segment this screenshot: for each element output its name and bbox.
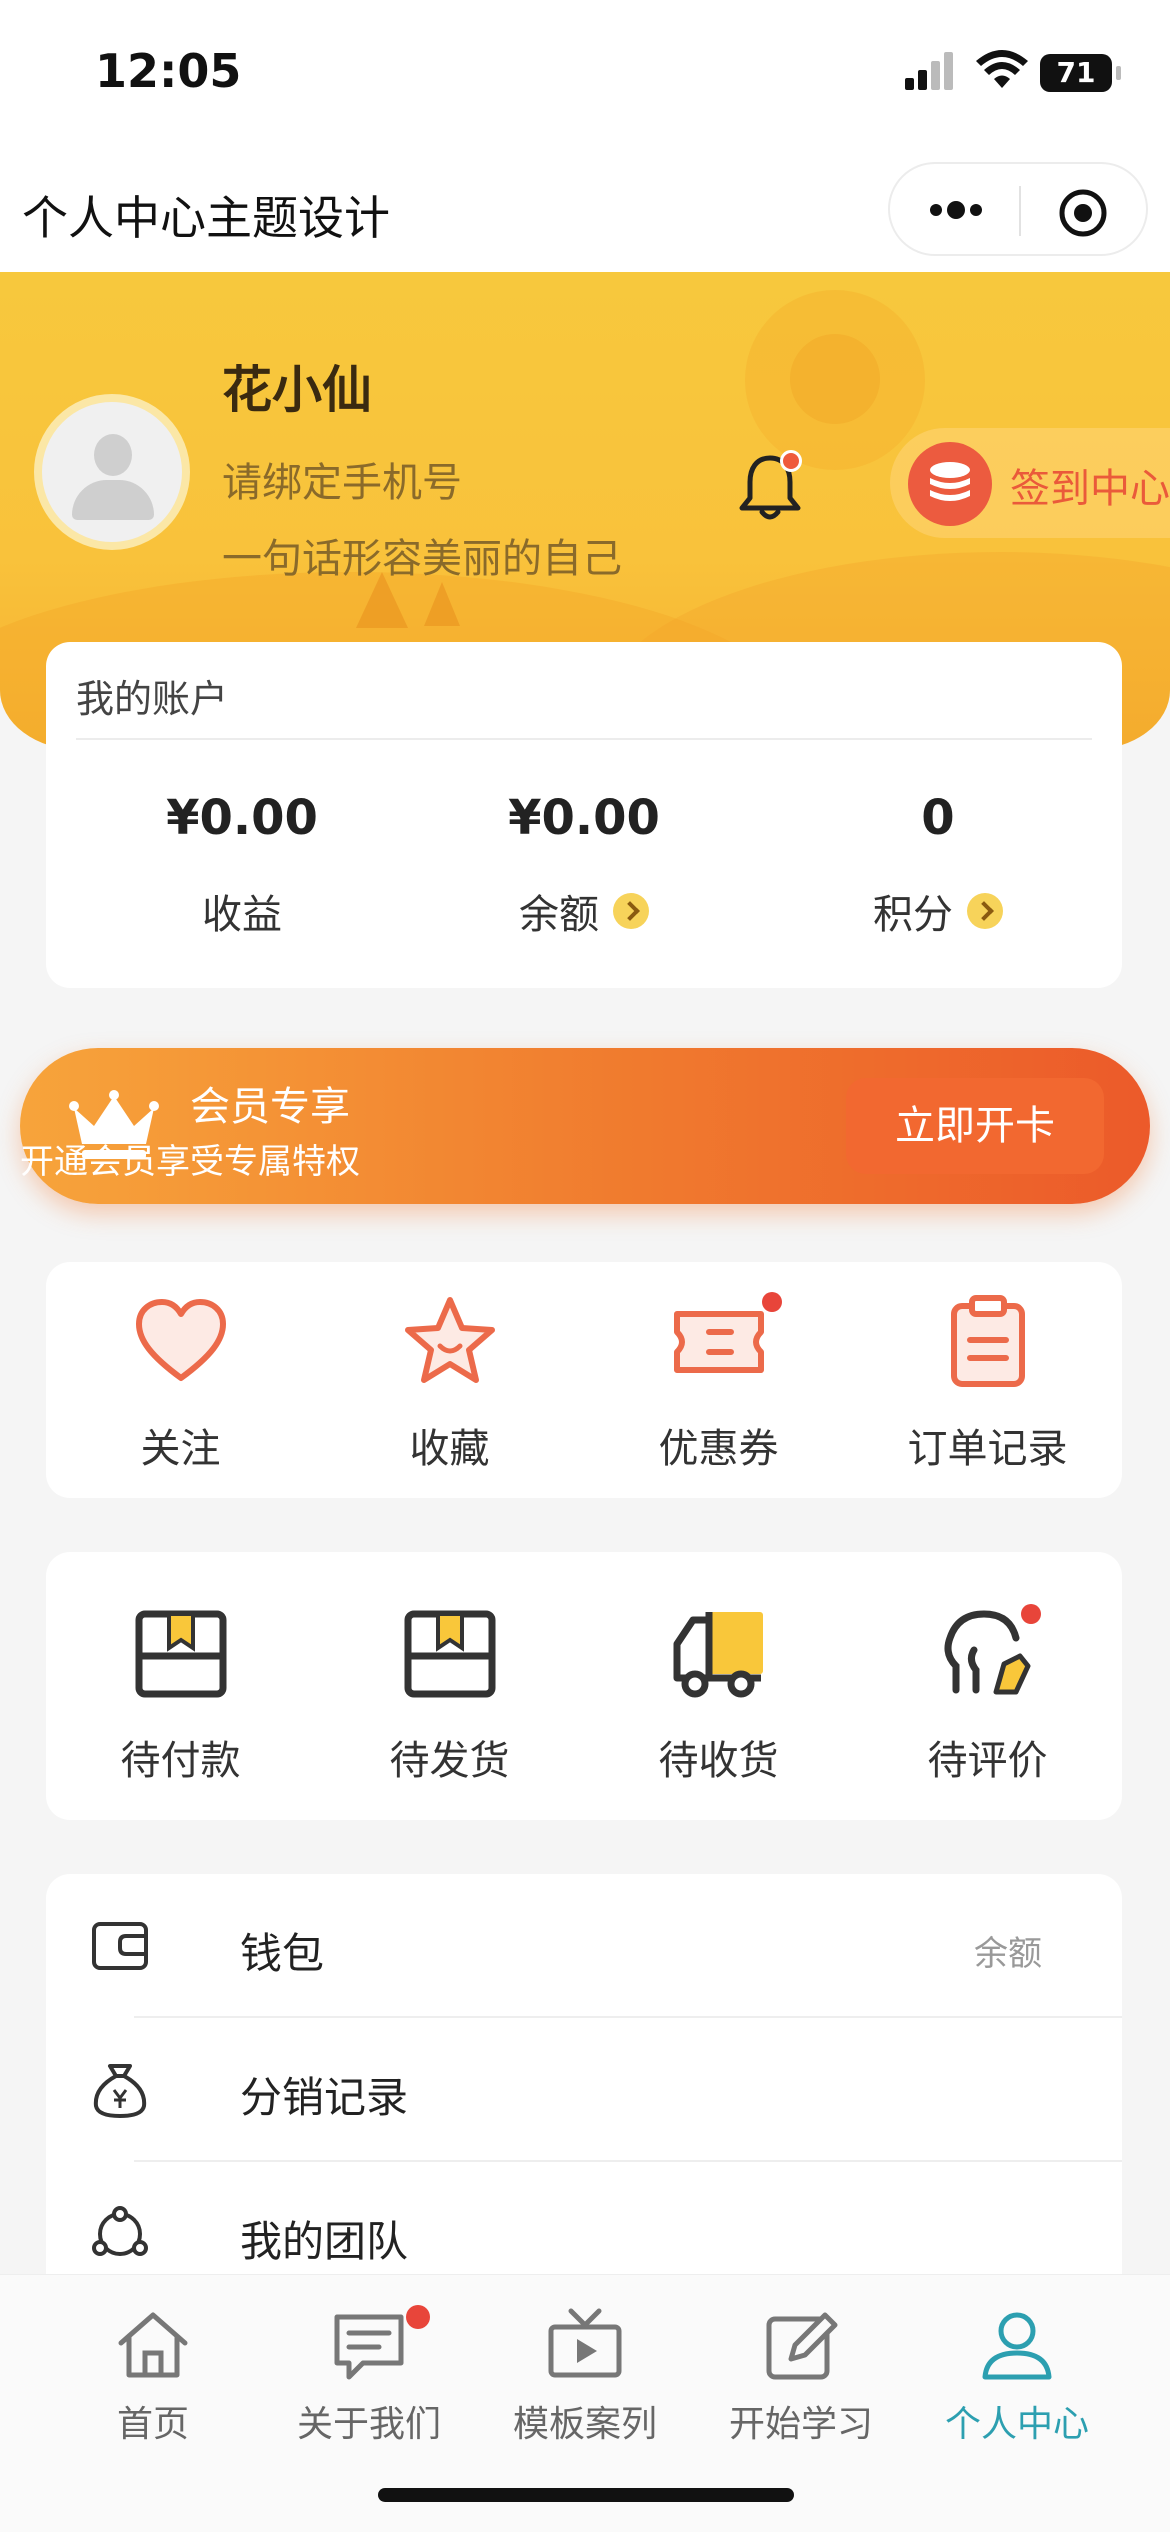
wifi-icon [976, 50, 1028, 88]
balance-value: ¥0.00 [508, 790, 660, 846]
tab-profile-label: 个人中心 [944, 2404, 1089, 2445]
distribution-label: 分销记录 [240, 2073, 409, 2122]
tab-learning-label: 开始学习 [728, 2404, 873, 2445]
tab-home-label: 首页 [116, 2404, 189, 2445]
balance-label: 余额 [519, 892, 599, 938]
favorites-button[interactable]: 收藏 [315, 1292, 584, 1474]
bind-phone-link[interactable]: 请绑定手机号 [222, 450, 462, 508]
page-title: 个人中心主题设计 [22, 191, 390, 245]
header-decoration [790, 334, 880, 424]
avatar-head [94, 434, 132, 476]
pending-receipt-button[interactable]: 待收货 [584, 1604, 853, 1786]
pending-shipment-label: 待发货 [389, 1738, 510, 1784]
pending-review-button[interactable]: 待评价 [853, 1604, 1122, 1786]
points-label: 积分 [873, 892, 953, 938]
box-icon [135, 1610, 226, 1698]
vip-subtitle: 开通会员享受专属特权 [20, 1142, 360, 1182]
battery-indicator: 71 [1040, 54, 1121, 92]
order-records-label: 订单记录 [907, 1426, 1068, 1472]
user-name: 花小仙 [222, 361, 372, 419]
home-icon [118, 2312, 188, 2378]
wallet-label: 钱包 [240, 1929, 325, 1978]
box-icon [404, 1610, 495, 1698]
capsule-divider [1019, 186, 1021, 236]
menu-item-wallet[interactable]: 钱包 余额 [90, 1874, 1122, 2018]
tab-templates-label: 模板案列 [512, 2404, 657, 2445]
pending-payment-button[interactable]: 待付款 [46, 1604, 315, 1786]
avatar[interactable] [34, 394, 190, 550]
pending-review-label: 待评价 [927, 1738, 1048, 1784]
tab-home[interactable]: 首页 [36, 2305, 270, 2447]
wallet-extra: 余额 [974, 1934, 1042, 1974]
tab-learning[interactable]: 开始学习 [684, 2305, 918, 2447]
account-earnings[interactable]: ¥0.00 收益 [82, 790, 402, 940]
coupon-icon [673, 1311, 764, 1373]
tree-decoration [424, 582, 460, 626]
review-badge-dot [1021, 1604, 1041, 1624]
heart-icon [135, 1299, 226, 1381]
account-points[interactable]: 0 积分 [778, 790, 1098, 940]
account-balance[interactable]: ¥0.00 余额 [424, 790, 744, 940]
team-icon [92, 2206, 148, 2256]
pending-payment-label: 待付款 [120, 1738, 241, 1784]
truck-icon [673, 1612, 763, 1698]
divider [76, 738, 1092, 740]
coins-icon [908, 442, 992, 526]
account-card: 我的账户 ¥0.00 收益 ¥0.00 余额 0 积分 [46, 642, 1122, 988]
quick-actions-card: 关注 收藏 优惠券 订单记录 [46, 1262, 1122, 1498]
tab-templates[interactable]: 模板案列 [468, 2305, 702, 2447]
open-card-button[interactable]: 立即开卡 [846, 1078, 1104, 1174]
vip-banner[interactable]: 会员专享 开通会员享受专属特权 立即开卡 [20, 1048, 1150, 1204]
wallet-icon [92, 1922, 148, 1970]
points-value: 0 [921, 790, 955, 846]
coupons-label: 优惠券 [658, 1426, 779, 1472]
coupon-badge-dot [762, 1292, 782, 1312]
tab-profile[interactable]: 个人中心 [900, 2305, 1134, 2447]
order-records-button[interactable]: 订单记录 [853, 1292, 1122, 1474]
user-icon [982, 2312, 1052, 2380]
team-label: 我的团队 [240, 2217, 409, 2266]
orders-card: 待付款 待发货 待收货 待评价 [46, 1552, 1122, 1820]
signal-icon [905, 52, 953, 90]
tab-about-label: 关于我们 [296, 2404, 441, 2445]
coupons-button[interactable]: 优惠券 [584, 1292, 853, 1474]
earnings-label: 收益 [202, 892, 282, 938]
signin-center-button[interactable]: 签到中心 [890, 428, 1170, 538]
more-icon[interactable] [926, 192, 986, 228]
nav-bar: 个人中心主题设计 [0, 150, 1170, 272]
menu-item-distribution[interactable]: 分销记录 [90, 2018, 1122, 2162]
pending-receipt-label: 待收货 [658, 1738, 779, 1784]
clipboard-icon [950, 1295, 1025, 1387]
message-icon [334, 2314, 404, 2380]
mini-program-capsule [888, 162, 1148, 256]
home-indicator[interactable] [378, 2488, 794, 2502]
follow-button[interactable]: 关注 [46, 1292, 315, 1474]
star-icon [404, 1297, 495, 1383]
favorites-label: 收藏 [409, 1426, 490, 1472]
pending-shipment-button[interactable]: 待发货 [315, 1604, 584, 1786]
about-badge-dot [406, 2305, 430, 2329]
status-time: 12:05 [95, 44, 242, 98]
user-motto: 一句话形容美丽的自己 [222, 536, 622, 582]
notification-dot [780, 450, 802, 472]
status-bar: 12:05 71 [0, 0, 1170, 150]
avatar-body [72, 480, 154, 520]
earnings-value: ¥0.00 [166, 790, 318, 846]
money-bag-icon [93, 2064, 147, 2118]
tv-icon [548, 2308, 622, 2378]
chevron-right-icon [613, 893, 649, 929]
close-target-icon[interactable] [1058, 188, 1108, 238]
chevron-right-icon [967, 893, 1003, 929]
tab-about[interactable]: 关于我们 [252, 2305, 486, 2447]
edit-icon [766, 2312, 838, 2380]
account-title: 我的账户 [76, 677, 229, 721]
signin-label: 签到中心 [1010, 466, 1170, 512]
follow-label: 关注 [140, 1426, 221, 1472]
vip-title: 会员专享 [190, 1084, 350, 1130]
